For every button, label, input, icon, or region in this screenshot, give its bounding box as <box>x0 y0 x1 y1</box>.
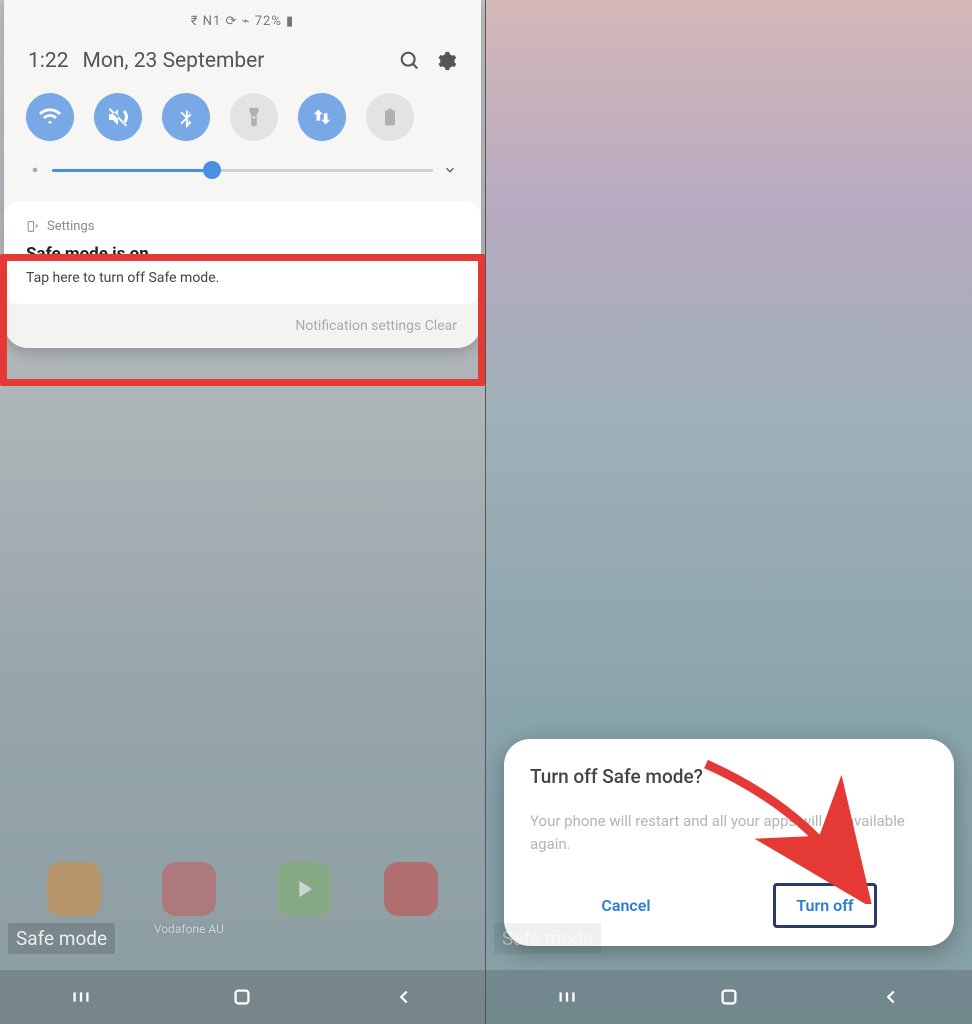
safe-mode-badge-right: Safe mode <box>494 923 601 954</box>
clock-time: 1:22 <box>28 49 69 73</box>
settings-app-icon <box>26 220 39 233</box>
messages-app[interactable]: Vodafone AU <box>154 862 224 936</box>
gear-icon[interactable] <box>435 50 457 72</box>
dialog-message: Your phone will restart and all your app… <box>530 810 928 855</box>
notification-app-name: Settings <box>47 219 94 234</box>
flashlight-toggle[interactable] <box>230 93 278 141</box>
home-button[interactable] <box>230 985 254 1009</box>
notification-footer[interactable]: Notification settings Clear <box>4 304 481 348</box>
recents-button[interactable] <box>555 985 579 1009</box>
right-screenshot: Turn off Safe mode? Your phone will rest… <box>486 0 972 1024</box>
home-button[interactable] <box>717 985 741 1009</box>
notification-panel[interactable]: ₹ N1 ⟳ ⌁ 72% ▮ 1:22 Mon, 23 September <box>4 0 481 348</box>
recents-button[interactable] <box>69 985 93 1009</box>
quick-settings-row <box>4 87 481 155</box>
back-button[interactable] <box>879 985 903 1009</box>
navigation-bar <box>0 970 485 1024</box>
mobile-data-toggle[interactable] <box>298 93 346 141</box>
brightness-slider[interactable] <box>52 169 433 172</box>
notification-body: Tap here to turn off Safe mode. <box>26 270 459 286</box>
status-text: ₹ N1 ⟳ ⌁ 72% ▮ <box>191 14 294 29</box>
bluetooth-toggle[interactable] <box>162 93 210 141</box>
back-button[interactable] <box>392 985 416 1009</box>
notification-footer-text: Notification settings Clear <box>295 318 457 334</box>
turn-off-button[interactable]: Turn off <box>773 883 876 928</box>
play-store-app[interactable] <box>277 862 331 936</box>
left-screenshot: ₹ N1 ⟳ ⌁ 72% ▮ 1:22 Mon, 23 September <box>0 0 486 1024</box>
clock-date: Mon, 23 September <box>83 49 386 73</box>
brightness-low-icon <box>28 163 42 177</box>
navigation-bar-right <box>486 970 972 1024</box>
turn-off-safe-mode-dialog: Turn off Safe mode? Your phone will rest… <box>504 739 954 946</box>
brightness-slider-row <box>4 155 481 195</box>
cancel-button[interactable]: Cancel <box>581 883 670 928</box>
mute-toggle[interactable] <box>94 93 142 141</box>
power-saving-toggle[interactable] <box>366 93 414 141</box>
camera-app[interactable] <box>384 862 438 936</box>
wifi-toggle[interactable] <box>26 93 74 141</box>
safe-mode-badge: Safe mode <box>8 923 115 954</box>
dialog-title: Turn off Safe mode? <box>530 765 928 788</box>
safe-mode-notification[interactable]: Settings Safe mode is on Tap here to tur… <box>4 201 481 304</box>
notification-title: Safe mode is on <box>26 244 459 264</box>
carrier-label: Vodafone AU <box>154 922 224 936</box>
chevron-down-icon[interactable] <box>443 163 457 177</box>
status-bar: ₹ N1 ⟳ ⌁ 72% ▮ <box>4 8 481 35</box>
panel-header: 1:22 Mon, 23 September <box>4 35 481 87</box>
search-icon[interactable] <box>399 50 421 72</box>
